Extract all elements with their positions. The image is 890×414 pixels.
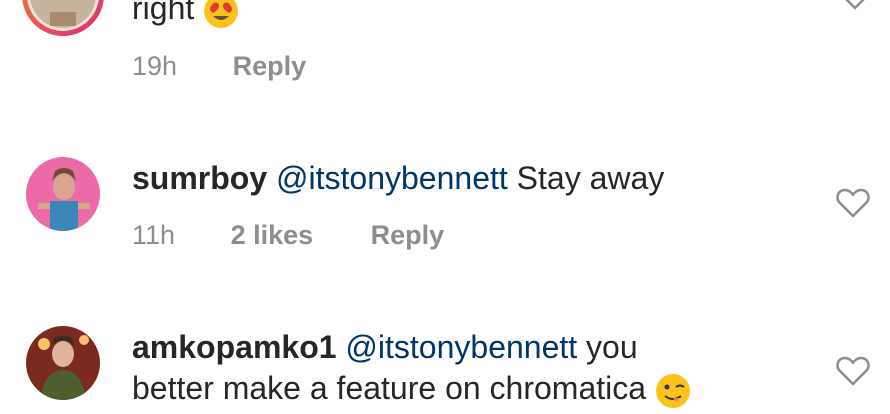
heart-eyes-emoji-icon	[203, 0, 239, 29]
timestamp: 11h	[132, 220, 176, 250]
mention-link[interactable]: @itstonybennett	[345, 329, 577, 365]
username[interactable]: sumrboy	[132, 160, 267, 196]
likes-count[interactable]: 2 likes	[231, 220, 314, 250]
reply-button[interactable]: Reply	[371, 220, 445, 250]
comment-2-meta: 11h 2 likes Reply	[132, 222, 444, 249]
like-heart-icon[interactable]	[836, 356, 870, 386]
comment-1-text: right	[132, 0, 239, 29]
timestamp: 19h	[132, 51, 178, 81]
avatar-comment-1[interactable]	[22, 0, 104, 36]
avatar-comment-2[interactable]	[26, 157, 100, 231]
like-heart-icon[interactable]	[838, 0, 872, 10]
comment-1-meta: 19h Reply	[132, 53, 306, 80]
winking-tongue-emoji-icon	[655, 373, 691, 409]
mention-link[interactable]: @itstonybennett	[276, 160, 508, 196]
like-heart-icon[interactable]	[836, 188, 870, 218]
comment-3-text-line-2: better make a feature on chromatica	[132, 372, 691, 409]
avatar-comment-3[interactable]	[26, 326, 100, 400]
comment-3-text-line-1: amkopamko1 @itstonybennett you	[132, 331, 638, 363]
username[interactable]: amkopamko1	[132, 329, 337, 365]
comment-body: Stay away	[516, 160, 665, 196]
comment-body: you	[586, 329, 638, 365]
comment-2-text: sumrboy @itstonybennett Stay away	[132, 162, 664, 194]
reply-button[interactable]: Reply	[233, 51, 307, 81]
